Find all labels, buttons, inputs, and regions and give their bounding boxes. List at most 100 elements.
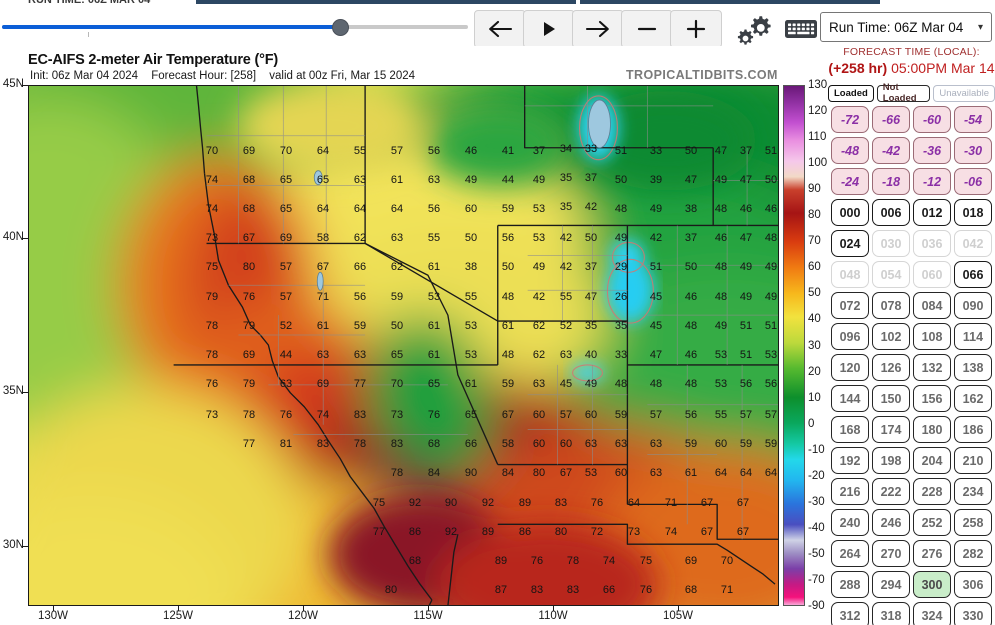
forecast-hour-button[interactable]: -54 [954,106,992,133]
forecast-hour-button[interactable]: 300 [913,571,951,598]
forecast-hour-button[interactable]: 210 [954,447,992,474]
forecast-hour-button[interactable]: 144 [831,385,869,412]
forecast-time-label: FORECAST TIME (LOCAL): [843,46,980,58]
station-temperature: 61 [464,378,478,390]
forecast-hour-button[interactable]: 168 [831,416,869,443]
next-frame-button[interactable] [572,10,624,48]
forecast-hour-button[interactable]: 132 [913,354,951,381]
run-time-select[interactable]: Run Time: 06Z Mar 04 ▾ [820,12,992,42]
forecast-hour-button[interactable]: 066 [954,261,992,288]
forecast-hour-button[interactable]: 078 [872,292,910,319]
forecast-hour-button[interactable]: 318 [872,602,910,625]
forecast-hour-button[interactable]: 222 [872,478,910,505]
forecast-hour-button[interactable]: 240 [831,509,869,536]
forecast-hour-button[interactable]: -30 [954,137,992,164]
forecast-hour-button[interactable]: 084 [913,292,951,319]
forecast-hour-button[interactable]: 192 [831,447,869,474]
forecast-hour-button[interactable]: 006 [872,199,910,226]
forecast-hour-button[interactable]: -66 [872,106,910,133]
settings-button[interactable] [733,12,777,46]
forecast-hour-button[interactable]: -24 [831,168,869,195]
forecast-hour-button[interactable]: 108 [913,323,951,350]
station-temperature: 57 [390,145,404,157]
forecast-hour-button[interactable]: 312 [831,602,869,625]
forecast-hour-button[interactable]: 198 [872,447,910,474]
forecast-hour-button[interactable]: 270 [872,540,910,567]
temperature-map[interactable]: 70 69 70 64 55 57 56 46 41 37 34 33 51 33 50 47 37 51 74 68… [28,85,779,606]
forecast-hour-grid[interactable]: -72 -66 -60 -54 -48 -42 -36 -30 -24 -18 -12 -06 000 0… [828,106,995,625]
keyboard-icon [785,20,817,38]
forecast-hour-button[interactable]: 228 [913,478,951,505]
forecast-hour-button[interactable]: 276 [913,540,951,567]
forecast-hour-button[interactable]: 096 [831,323,869,350]
forecast-hour-button[interactable]: 324 [913,602,951,625]
previous-frame-button[interactable] [474,10,526,48]
forecast-hour-button[interactable]: 054 [872,261,910,288]
forecast-hour-button[interactable]: 138 [954,354,992,381]
forecast-hour-button[interactable]: 120 [831,354,869,381]
station-temperature: 49 [739,291,753,303]
forecast-hour-button[interactable]: 174 [872,416,910,443]
station-temperature: 46 [684,349,698,361]
forecast-hour-button[interactable]: 258 [954,509,992,536]
station-temperature: 79 [242,320,256,332]
keyboard-shortcuts-button[interactable] [782,12,820,46]
forecast-hour-button[interactable]: 216 [831,478,869,505]
forecast-hour-button[interactable]: 246 [872,509,910,536]
station-temperature: 62 [390,261,404,273]
station-temperature: 79 [242,378,256,390]
forecast-hour-button[interactable]: 024 [831,230,869,257]
forecast-hour-button[interactable]: 204 [913,447,951,474]
station-temperature: 62 [353,232,367,244]
forecast-hour-button[interactable]: 012 [913,199,951,226]
forecast-hour-button[interactable]: -72 [831,106,869,133]
forecast-hour-button[interactable]: 018 [954,199,992,226]
station-temperature: 73 [205,409,219,421]
forecast-hour-button[interactable]: 114 [954,323,992,350]
forecast-hour-button[interactable]: 072 [831,292,869,319]
forecast-hour-button[interactable]: 042 [954,230,992,257]
station-temperature: 78 [566,555,580,567]
frame-slider[interactable] [2,18,468,37]
forecast-hour-button[interactable]: 234 [954,478,992,505]
forecast-hour-button[interactable]: 330 [954,602,992,625]
forecast-hour-button[interactable]: -60 [913,106,951,133]
forecast-hour-button[interactable]: 036 [913,230,951,257]
forecast-hour-button[interactable]: 282 [954,540,992,567]
forecast-hour-button[interactable]: 162 [954,385,992,412]
forecast-hour-button[interactable]: 252 [913,509,951,536]
forecast-hour-button[interactable]: 156 [913,385,951,412]
forecast-hour-button[interactable]: 000 [831,199,869,226]
forecast-hour-button[interactable]: 048 [831,261,869,288]
forecast-hour-button[interactable]: 294 [872,571,910,598]
forecast-hour-button[interactable]: 264 [831,540,869,567]
forecast-hour-button[interactable]: -18 [872,168,910,195]
forecast-hour-button[interactable]: -12 [913,168,951,195]
forecast-hour-button[interactable]: 060 [913,261,951,288]
station-temperature: 47 [649,349,663,361]
forecast-hour-button[interactable]: -42 [872,137,910,164]
play-button[interactable] [523,10,575,48]
station-temperature: 48 [714,203,728,215]
forecast-hour-button[interactable]: 090 [954,292,992,319]
station-temperature: 48 [764,232,778,244]
forecast-hour-button[interactable]: 030 [872,230,910,257]
forecast-hour-button[interactable]: -48 [831,137,869,164]
forecast-hour-button[interactable]: 150 [872,385,910,412]
station-temperature: 89 [481,526,495,538]
forecast-hour-button[interactable]: 102 [872,323,910,350]
station-temperature: 71 [664,497,678,509]
forecast-hour-button[interactable]: -36 [913,137,951,164]
forecast-hour-button[interactable]: 180 [913,416,951,443]
forecast-hour-button[interactable]: -06 [954,168,992,195]
station-temperature: 51 [739,349,753,361]
forecast-hour-button[interactable]: 306 [954,571,992,598]
zoom-in-button[interactable] [670,10,722,48]
zoom-out-button[interactable] [621,10,673,48]
station-temperature: 46 [464,145,478,157]
slider-thumb[interactable] [332,19,349,36]
forecast-hour-button[interactable]: 288 [831,571,869,598]
forecast-hour-button[interactable]: 186 [954,416,992,443]
forecast-hour-button[interactable]: 126 [872,354,910,381]
station-temperature: 63 [649,438,663,450]
